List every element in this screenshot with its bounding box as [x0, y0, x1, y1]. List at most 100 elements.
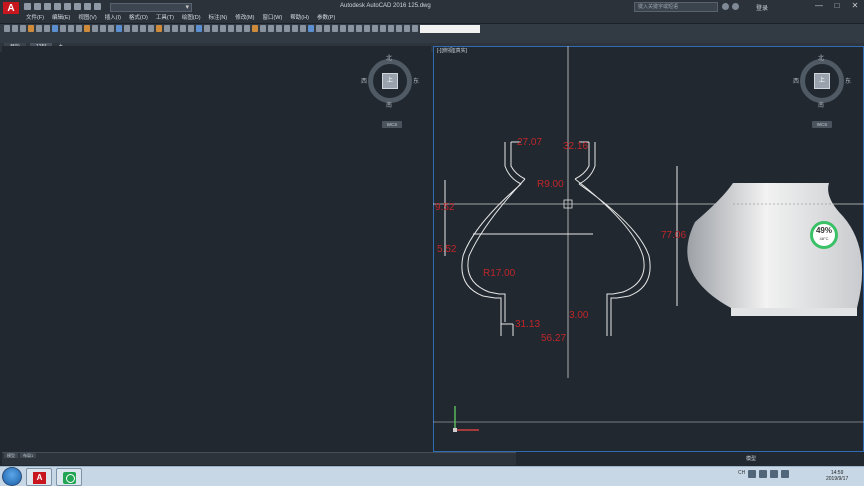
tool-icon[interactable]	[300, 25, 306, 32]
print-icon[interactable]	[64, 3, 71, 10]
keyboard-icon[interactable]	[748, 470, 757, 478]
tool-icon[interactable]	[164, 25, 170, 32]
tool-icon[interactable]	[228, 25, 234, 32]
tab-model[interactable]: 模型	[4, 453, 18, 458]
input-language[interactable]: CH	[738, 470, 745, 478]
maximize-button[interactable]: □	[828, 0, 846, 13]
tool-icon[interactable]	[252, 25, 258, 32]
menu-parametric[interactable]: 参数(P)	[317, 14, 335, 23]
wcs-menu[interactable]: WCS	[382, 121, 402, 128]
volume-icon[interactable]	[781, 470, 790, 478]
menu-edit[interactable]: 编辑(E)	[52, 14, 70, 23]
network-icon[interactable]	[770, 470, 779, 478]
tool-icon[interactable]	[108, 25, 114, 32]
menu-window[interactable]: 窗口(W)	[262, 14, 282, 23]
tool-icon[interactable]	[12, 25, 18, 32]
system-clock[interactable]: 14:59 2019/9/17	[826, 470, 848, 482]
close-button[interactable]: ✕	[846, 0, 864, 13]
tool-icon[interactable]	[324, 25, 330, 32]
tool-icon[interactable]	[188, 25, 194, 32]
layer-dropdown[interactable]	[420, 25, 480, 33]
tool-icon[interactable]	[292, 25, 298, 32]
tool-icon[interactable]	[36, 25, 42, 32]
tool-icon[interactable]	[60, 25, 66, 32]
menu-dimension[interactable]: 标注(N)	[209, 14, 228, 23]
model-space-toggle[interactable]: 模型	[746, 455, 756, 462]
tool-icon[interactable]	[148, 25, 154, 32]
tool-icon[interactable]	[244, 25, 250, 32]
start-button[interactable]	[2, 467, 22, 486]
tool-icon[interactable]	[172, 25, 178, 32]
tool-icon[interactable]	[20, 25, 26, 32]
compass-west[interactable]: 西	[793, 76, 799, 85]
tool-icon[interactable]	[308, 25, 314, 32]
dimension-text[interactable]: 56.27	[541, 333, 566, 344]
dimension-text[interactable]: 77.06	[661, 230, 686, 241]
compass-west[interactable]: 西	[361, 76, 367, 85]
tool-icon[interactable]	[348, 25, 354, 32]
tool-icon[interactable]	[268, 25, 274, 32]
tool-icon[interactable]	[364, 25, 370, 32]
save-as-icon[interactable]	[54, 3, 61, 10]
workspace-dropdown[interactable]	[110, 3, 192, 12]
tool-icon[interactable]	[204, 25, 210, 32]
compass-south[interactable]: 南	[386, 100, 392, 109]
tool-icon[interactable]	[116, 25, 122, 32]
open-file-icon[interactable]	[34, 3, 41, 10]
plot-icon[interactable]	[74, 3, 81, 10]
compass-east[interactable]: 东	[845, 76, 851, 85]
taskbar-recorder[interactable]	[56, 468, 82, 486]
tool-icon[interactable]	[52, 25, 58, 32]
menu-view[interactable]: 视图(V)	[78, 14, 96, 23]
tool-icon[interactable]	[380, 25, 386, 32]
menu-help[interactable]: 帮助(H)	[290, 14, 309, 23]
drawing-canvas[interactable]: 27.07 32.16 R9.00 9.52 5.52 77.06 R17.00…	[433, 46, 864, 452]
tool-icon[interactable]	[388, 25, 394, 32]
tool-icon[interactable]	[260, 25, 266, 32]
dimension-text[interactable]: R17.00	[483, 268, 516, 279]
viewcube-top-face[interactable]: 上	[382, 73, 398, 89]
tool-icon[interactable]	[372, 25, 378, 32]
menu-file[interactable]: 文件(F)	[26, 14, 44, 23]
tool-icon[interactable]	[332, 25, 338, 32]
tool-icon[interactable]	[156, 25, 162, 32]
dimension-text[interactable]: R9.00	[537, 179, 564, 190]
viewcube[interactable]: 上 北 南 西 东	[361, 56, 419, 109]
tool-icon[interactable]	[316, 25, 322, 32]
menu-draw[interactable]: 绘图(D)	[182, 14, 201, 23]
dimension-text[interactable]: 9.52	[435, 202, 455, 213]
tool-icon[interactable]	[356, 25, 362, 32]
tool-icon[interactable]	[84, 25, 90, 32]
tool-icon[interactable]	[68, 25, 74, 32]
viewcube-top-face[interactable]: 上	[814, 73, 830, 89]
dimension-text[interactable]: 32.16	[563, 141, 588, 152]
search-icon[interactable]	[722, 3, 729, 10]
left-viewport[interactable]: 上 北 南 西 东 WCS	[2, 46, 431, 454]
minimize-button[interactable]: —	[810, 0, 828, 13]
tab-layout1[interactable]: 布局1	[20, 453, 37, 458]
tool-icon[interactable]	[276, 25, 282, 32]
new-file-icon[interactable]	[24, 3, 31, 10]
tool-icon[interactable]	[180, 25, 186, 32]
login-button[interactable]: 登录	[756, 3, 768, 12]
compass-north[interactable]: 北	[818, 53, 824, 62]
tool-icon[interactable]	[76, 25, 82, 32]
tool-icon[interactable]	[132, 25, 138, 32]
tool-icon[interactable]	[92, 25, 98, 32]
tool-icon[interactable]	[220, 25, 226, 32]
tool-icon[interactable]	[4, 25, 10, 32]
tool-icon[interactable]	[44, 25, 50, 32]
dimension-text[interactable]: 31.13	[515, 319, 540, 330]
menu-insert[interactable]: 插入(I)	[105, 14, 121, 23]
user-icon[interactable]	[732, 3, 739, 10]
wcs-menu[interactable]: WCS	[812, 121, 832, 128]
compass-south[interactable]: 南	[818, 100, 824, 109]
save-icon[interactable]	[44, 3, 51, 10]
menu-format[interactable]: 格式(O)	[129, 14, 148, 23]
undo-icon[interactable]	[84, 3, 91, 10]
menu-modify[interactable]: 修改(M)	[235, 14, 254, 23]
tool-icon[interactable]	[124, 25, 130, 32]
tool-icon[interactable]	[340, 25, 346, 32]
search-input[interactable]: 键入关键字或短语	[634, 2, 718, 12]
tool-icon[interactable]	[412, 25, 418, 32]
